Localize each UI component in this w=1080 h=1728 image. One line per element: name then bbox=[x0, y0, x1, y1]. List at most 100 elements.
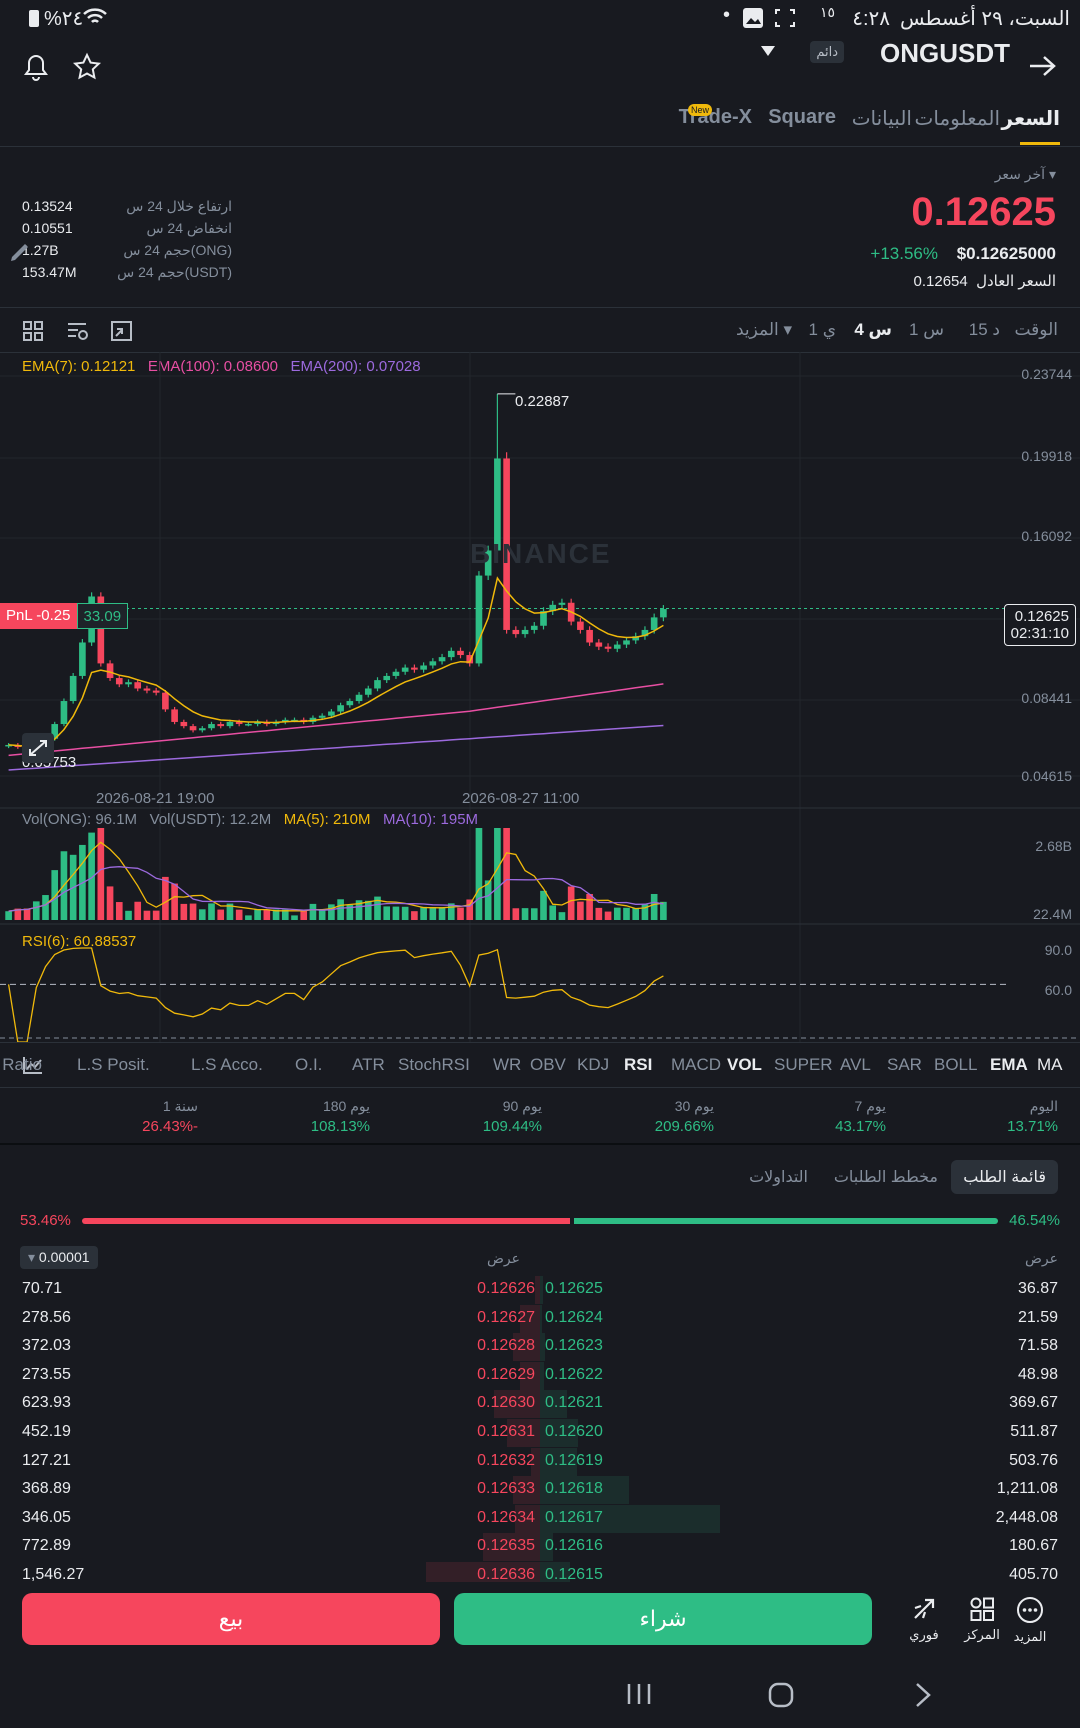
more-button[interactable]: المزيد bbox=[1004, 1596, 1056, 1645]
recent-apps-icon[interactable] bbox=[626, 1682, 652, 1706]
tab-info[interactable]: المعلومات bbox=[915, 106, 1000, 131]
tick-size-select[interactable]: ▾ 0.00001 bbox=[20, 1246, 98, 1269]
indicator-settings-icon[interactable] bbox=[66, 320, 90, 342]
order-book-row[interactable]: 368.89 0.12633 0.12618 1,211.08 bbox=[0, 1476, 1080, 1505]
volume-bar bbox=[291, 915, 298, 920]
indicator-tab-lsposit[interactable]: L.S Posit. bbox=[77, 1055, 150, 1075]
candle-body bbox=[660, 609, 667, 618]
indicator-tab-super[interactable]: SUPER bbox=[774, 1055, 833, 1075]
vol-legend: Vol(ONG): 96.1M Vol(USDT): 12.2M MA(5): … bbox=[22, 811, 478, 828]
indicator-tab-macd[interactable]: MACD bbox=[671, 1055, 721, 1075]
timeframe-4h[interactable]: 4 س bbox=[854, 320, 892, 340]
grid-layout-icon[interactable] bbox=[22, 320, 44, 342]
indicator-tab-wr[interactable]: WR bbox=[493, 1055, 521, 1075]
sell-button[interactable]: بيع bbox=[22, 1593, 440, 1645]
symbol-dropdown-icon[interactable] bbox=[761, 46, 775, 56]
pencil-icon[interactable] bbox=[8, 240, 32, 264]
volume-bar bbox=[466, 899, 474, 920]
timeframe-more[interactable]: المزيد ▾ bbox=[736, 320, 792, 340]
tab-data[interactable]: البيانات bbox=[852, 106, 912, 131]
bid-quantity: 36.87 bbox=[1017, 1280, 1058, 1297]
timeframe-more-label: المزيد bbox=[735, 320, 779, 339]
positions-button[interactable]: المركز bbox=[956, 1596, 1008, 1643]
candle-body bbox=[577, 621, 584, 630]
indicator-tab-lsratio[interactable]: L.S Ratio bbox=[0, 1055, 42, 1075]
indicator-tab-kdj[interactable]: KDJ bbox=[577, 1055, 609, 1075]
indicator-tab-lsacco[interactable]: L.S Acco. bbox=[191, 1055, 263, 1075]
order-book-row[interactable]: 70.71 0.12626 0.12625 36.87 bbox=[0, 1276, 1080, 1304]
candle-body bbox=[420, 665, 427, 670]
star-icon[interactable] bbox=[72, 52, 102, 82]
indicator-tab-ema[interactable]: EMA bbox=[990, 1055, 1028, 1075]
bid-price: 0.12616 bbox=[545, 1537, 603, 1555]
bell-icon[interactable] bbox=[22, 52, 50, 82]
price-chart[interactable] bbox=[0, 352, 1080, 1042]
order-book-row[interactable]: 127.21 0.12632 0.12619 503.76 bbox=[0, 1447, 1080, 1476]
candle-body bbox=[494, 458, 501, 551]
candle-body bbox=[171, 709, 178, 722]
tab-order-book[interactable]: قائمة الطلب bbox=[951, 1160, 1058, 1194]
candle-body bbox=[79, 642, 86, 676]
bid-depth-bar bbox=[540, 1304, 542, 1333]
order-book-row[interactable]: 372.03 0.12628 0.12623 71.58 bbox=[0, 1333, 1080, 1362]
performance-value: 109.44% bbox=[482, 1118, 542, 1135]
back-arrow-icon[interactable] bbox=[1028, 54, 1058, 78]
status-bar: السبت، ٢٩ أغسطس ٤:٢٨ ١٥ • %٢٤ bbox=[0, 0, 1080, 36]
indicator-tab-atr[interactable]: ATR bbox=[352, 1055, 385, 1075]
nav-back-icon[interactable] bbox=[914, 1682, 932, 1708]
fullscreen-icon[interactable] bbox=[22, 733, 54, 763]
order-book-row[interactable]: 623.93 0.12630 0.12621 369.67 bbox=[0, 1390, 1080, 1419]
chart-expand-icon[interactable] bbox=[110, 320, 134, 342]
timeframe-1d[interactable]: 1 ي bbox=[809, 320, 837, 340]
ask-quantity: 346.05 bbox=[22, 1508, 71, 1526]
bid-quantity: 21.59 bbox=[1017, 1308, 1058, 1326]
order-book-row[interactable]: 452.19 0.12631 0.12620 511.87 bbox=[0, 1419, 1080, 1447]
ask-price: 0.12634 bbox=[477, 1508, 535, 1526]
stats-24h: 0.13524 ارتفاع خلال 24 س 0.10551 انخفاض 24… bbox=[22, 198, 232, 286]
indicator-tab-avl[interactable]: AVL bbox=[840, 1055, 871, 1075]
indicator-tab-vol[interactable]: VOL bbox=[727, 1055, 762, 1075]
instant-button[interactable]: فوري bbox=[898, 1596, 950, 1643]
order-book-row[interactable]: 273.55 0.12629 0.12622 48.98 bbox=[0, 1361, 1080, 1390]
volume-bar bbox=[484, 880, 492, 920]
performance-label: اليوم bbox=[1029, 1098, 1058, 1114]
volume-bar bbox=[217, 909, 225, 920]
indicator-tab-stochrsi[interactable]: StochRSI bbox=[398, 1055, 470, 1075]
indicator-tab-sar[interactable]: SAR bbox=[887, 1055, 922, 1075]
indicator-tab-oi[interactable]: O.I. bbox=[295, 1055, 322, 1075]
volume-bar bbox=[254, 909, 261, 920]
candle-body bbox=[650, 617, 658, 630]
performance-value: 108.13% bbox=[310, 1118, 370, 1135]
indicator-tab-rsi[interactable]: RSI bbox=[624, 1055, 652, 1075]
symbol-title[interactable]: ONGUSDT bbox=[880, 38, 1010, 69]
tab-trades[interactable]: التداولات bbox=[749, 1167, 808, 1187]
tab-price[interactable]: السعر bbox=[1002, 106, 1060, 131]
bid-quantity: 369.67 bbox=[1009, 1394, 1058, 1412]
y-tick: 0.16092 bbox=[1021, 528, 1072, 544]
last-price-label[interactable]: آخر سعر ▾ bbox=[995, 166, 1056, 183]
indicator-tab-obv[interactable]: OBV bbox=[530, 1055, 566, 1075]
order-book-row[interactable]: 346.05 0.12634 0.12617 2,448.08 bbox=[0, 1504, 1080, 1533]
order-book-row[interactable]: 1,546.27 0.12636 0.12615 405.70 bbox=[0, 1562, 1080, 1582]
volume-bar bbox=[604, 911, 612, 920]
home-icon[interactable] bbox=[768, 1682, 794, 1708]
positions-label: المركز bbox=[964, 1627, 1000, 1642]
binance-watermark: BINANCE bbox=[470, 538, 612, 569]
indicator-tab-ma[interactable]: MA bbox=[1037, 1055, 1063, 1075]
tab-square[interactable]: Square bbox=[768, 106, 836, 129]
tab-depth-chart[interactable]: مخطط الطلبات bbox=[834, 1167, 938, 1187]
volume-bar bbox=[577, 901, 584, 920]
indicator-tab-boll[interactable]: BOLL bbox=[934, 1055, 977, 1075]
order-book-row[interactable]: 278.56 0.12627 0.12624 21.59 bbox=[0, 1304, 1080, 1333]
ask-price: 0.12629 bbox=[477, 1365, 535, 1383]
stat-label: حجم 24 س(ONG) bbox=[123, 242, 232, 258]
stat-value: 0.10551 bbox=[22, 220, 73, 236]
time-label[interactable]: الوقت bbox=[1014, 320, 1058, 340]
pnl-tag[interactable]: PnL -0.25 33.09 bbox=[0, 603, 129, 629]
volume-bar bbox=[115, 902, 123, 920]
order-book-row[interactable]: 772.89 0.12635 0.12616 180.67 bbox=[0, 1533, 1080, 1562]
timeframe-15m[interactable]: 15 د bbox=[969, 320, 1000, 340]
buy-button[interactable]: شراء bbox=[454, 1593, 872, 1645]
bid-quantity: 511.87 bbox=[1010, 1423, 1058, 1440]
timeframe-1h[interactable]: 1 س bbox=[909, 320, 944, 340]
